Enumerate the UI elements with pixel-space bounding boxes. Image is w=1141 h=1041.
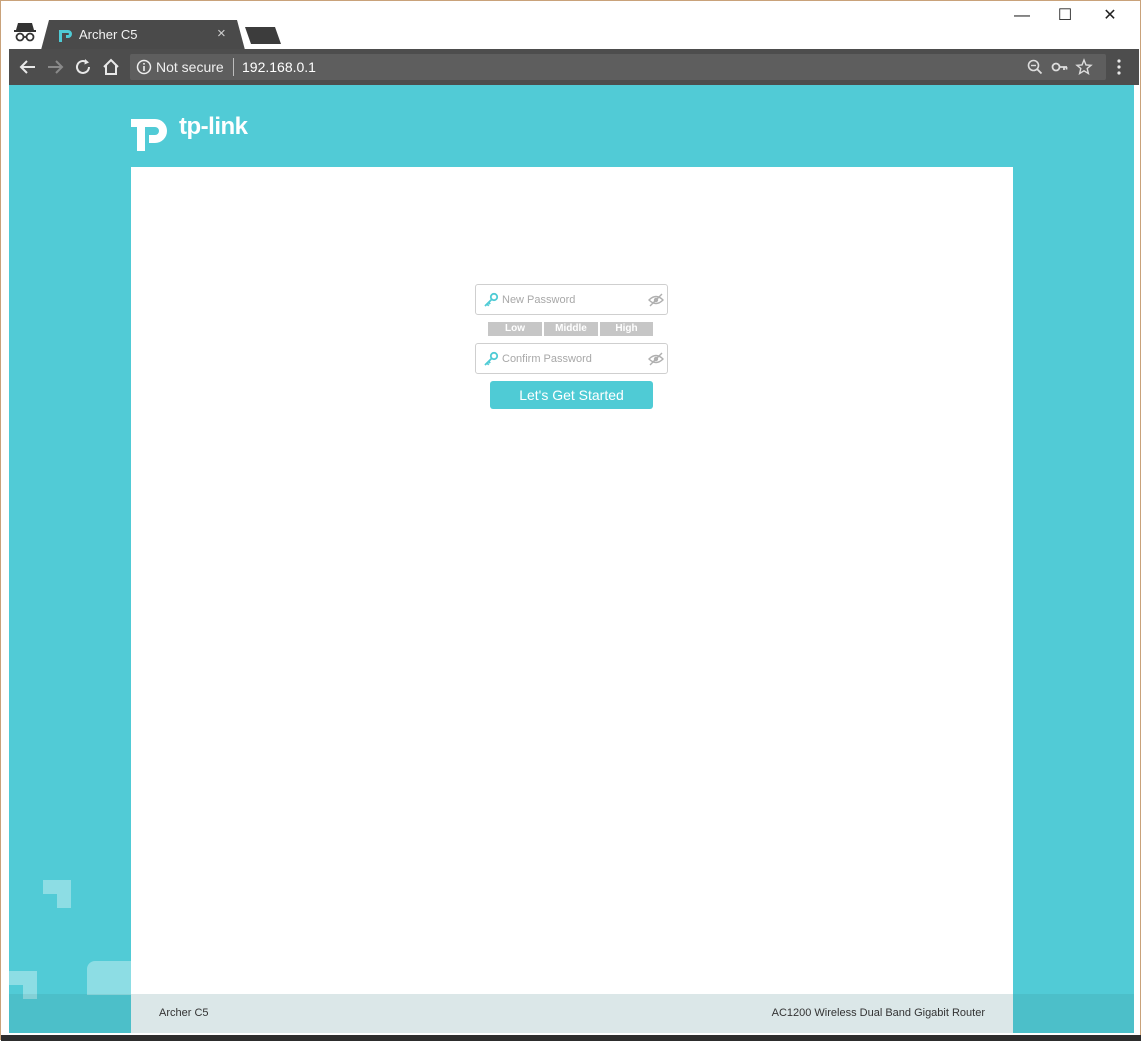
footer: Archer C5 AC1200 Wireless Dual Band Giga… xyxy=(131,994,1013,1033)
eye-hidden-icon[interactable] xyxy=(648,352,664,366)
tplink-logo[interactable]: tp-link xyxy=(131,107,251,151)
title-bar: Archer C5 × — ☐ ✕ xyxy=(1,1,1140,50)
browser-toolbar: Not secure 192.168.0.1 xyxy=(9,49,1139,85)
browser-window: Archer C5 × — ☐ ✕ Not secure 192.168.0.1… xyxy=(0,0,1141,1041)
forward-arrow-icon[interactable] xyxy=(44,56,66,78)
new-tab-button[interactable] xyxy=(245,27,281,44)
page-viewport: tp-link Low Middle High Let's Get Starte… xyxy=(9,85,1134,1033)
decor-shape xyxy=(87,961,137,995)
tab-archer-c5[interactable]: Archer C5 × xyxy=(41,20,245,50)
star-icon[interactable] xyxy=(1075,58,1093,76)
maximize-button[interactable]: ☐ xyxy=(1042,5,1088,29)
security-label[interactable]: Not secure xyxy=(156,59,224,75)
home-icon[interactable] xyxy=(100,56,122,78)
strength-middle: Middle xyxy=(544,322,598,336)
key-icon[interactable] xyxy=(1051,58,1069,76)
confirm-password-input[interactable] xyxy=(502,349,642,369)
address-bar[interactable]: Not secure 192.168.0.1 xyxy=(130,54,1106,80)
new-password-field[interactable] xyxy=(475,284,668,315)
lets-get-started-button[interactable]: Let's Get Started xyxy=(490,381,653,409)
more-vert-icon[interactable] xyxy=(1109,57,1129,77)
info-icon[interactable] xyxy=(136,59,152,75)
minimize-button[interactable]: — xyxy=(999,5,1045,29)
brand-name: tp-link xyxy=(179,113,248,140)
address-separator xyxy=(233,58,234,76)
back-arrow-icon[interactable] xyxy=(17,56,39,78)
tplink-logo-mark-icon xyxy=(131,119,167,151)
new-password-input[interactable] xyxy=(502,290,642,310)
tplink-favicon-icon xyxy=(59,30,72,42)
eye-hidden-icon[interactable] xyxy=(648,293,664,307)
close-window-button[interactable]: ✕ xyxy=(1087,5,1133,29)
tab-title: Archer C5 xyxy=(79,27,138,42)
password-strength-meter: Low Middle High xyxy=(488,322,653,336)
decor-shape xyxy=(43,880,71,908)
incognito-icon xyxy=(14,23,36,42)
strength-high: High xyxy=(600,322,653,336)
setup-panel: Low Middle High Let's Get Started xyxy=(131,167,1013,1033)
key-icon xyxy=(484,351,499,366)
tab-close-icon[interactable]: × xyxy=(217,25,226,42)
reload-icon[interactable] xyxy=(72,56,94,78)
taskbar-edge xyxy=(1,1035,1141,1041)
confirm-password-field[interactable] xyxy=(475,343,668,374)
key-icon xyxy=(484,292,499,307)
url-text[interactable]: 192.168.0.1 xyxy=(242,59,316,75)
strength-low: Low xyxy=(488,322,542,336)
footer-description: AC1200 Wireless Dual Band Gigabit Router xyxy=(771,1007,985,1019)
zoom-out-icon[interactable] xyxy=(1026,58,1044,76)
footer-model: Archer C5 xyxy=(159,1007,209,1019)
